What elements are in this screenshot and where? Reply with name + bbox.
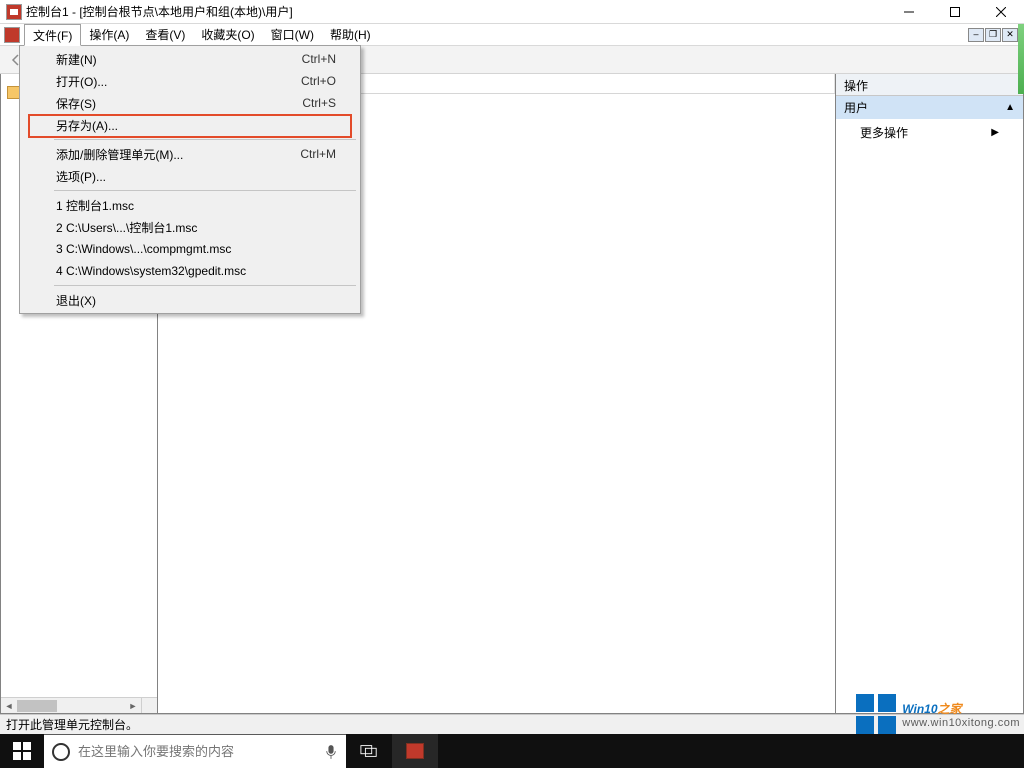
start-button[interactable] — [0, 734, 44, 768]
app-icon — [6, 4, 22, 20]
actions-section-users[interactable]: 用户 ▲ — [836, 96, 1023, 119]
menu-item-label: 新建(N) — [56, 51, 302, 68]
mic-icon[interactable] — [316, 744, 346, 760]
file-menu-exit[interactable]: 退出(X) — [22, 289, 358, 311]
chevron-right-icon: ▶ — [991, 127, 999, 138]
doc-icon — [4, 27, 20, 43]
file-menu-recent-2[interactable]: 2 C:\Users\...\控制台1.msc — [22, 216, 358, 238]
file-menu-save-as[interactable]: 另存为(A)... — [22, 114, 358, 136]
taskview-button[interactable] — [346, 734, 392, 768]
menu-action[interactable]: 操作(A) — [81, 24, 137, 45]
taskbar — [0, 734, 1024, 768]
menu-separator — [54, 285, 356, 286]
menu-item-label: 保存(S) — [56, 95, 302, 112]
actions-section-label: 用户 — [844, 99, 868, 116]
scroll-left-icon[interactable]: ◄ — [1, 698, 17, 714]
close-button[interactable] — [978, 0, 1024, 24]
cortana-icon[interactable] — [44, 743, 78, 761]
menu-favorites[interactable]: 收藏夹(O) — [193, 24, 262, 45]
menu-item-label: 2 C:\Users\...\控制台1.msc — [56, 219, 358, 236]
menu-separator — [54, 190, 356, 191]
menu-separator — [54, 139, 356, 140]
taskbar-apps — [346, 734, 438, 768]
page-scroll-indicator — [1018, 24, 1024, 94]
actions-pane: 操作 用户 ▲ 更多操作 ▶ — [836, 74, 1024, 714]
file-menu-recent-4[interactable]: 4 C:\Windows\system32\gpedit.msc — [22, 260, 358, 282]
menu-item-accel: Ctrl+S — [302, 96, 358, 110]
menu-item-label: 3 C:\Windows\...\compmgmt.msc — [56, 242, 358, 256]
menu-item-accel: Ctrl+M — [300, 147, 358, 161]
file-menu-options[interactable]: 选项(P)... — [22, 165, 358, 187]
taskbar-search-input[interactable] — [78, 744, 316, 759]
scrollbar-thumb[interactable] — [17, 700, 57, 712]
statusbar: 打开此管理单元控制台。 — [0, 714, 1024, 734]
mmc-icon — [406, 743, 424, 759]
file-menu-add-remove-snapin[interactable]: 添加/删除管理单元(M)... Ctrl+M — [22, 143, 358, 165]
mdi-controls: – ❐ ✕ — [968, 24, 1022, 45]
mdi-minimize-button[interactable]: – — [968, 28, 984, 42]
scroll-corner — [141, 697, 157, 713]
taskbar-search[interactable] — [44, 734, 346, 768]
menu-file[interactable]: 文件(F) — [24, 24, 81, 46]
minimize-button[interactable] — [886, 0, 932, 24]
maximize-button[interactable] — [932, 0, 978, 24]
scroll-right-icon[interactable]: ► — [125, 698, 141, 714]
tree-horizontal-scrollbar[interactable]: ◄ ► — [1, 697, 141, 713]
menu-item-label: 打开(O)... — [56, 73, 301, 90]
menu-item-label: 退出(X) — [56, 292, 358, 309]
window-title: 控制台1 - [控制台根节点\本地用户和组(本地)\用户] — [26, 3, 293, 20]
file-menu-save[interactable]: 保存(S) Ctrl+S — [22, 92, 358, 114]
titlebar: 控制台1 - [控制台根节点\本地用户和组(本地)\用户] — [0, 0, 1024, 24]
menu-help[interactable]: 帮助(H) — [322, 24, 379, 45]
menu-view[interactable]: 查看(V) — [137, 24, 193, 45]
mdi-close-button[interactable]: ✕ — [1002, 28, 1018, 42]
menu-window[interactable]: 窗口(W) — [263, 24, 322, 45]
file-menu-recent-3[interactable]: 3 C:\Windows\...\compmgmt.msc — [22, 238, 358, 260]
actions-header: 操作 — [836, 74, 1023, 96]
file-menu-dropdown: 新建(N) Ctrl+N 打开(O)... Ctrl+O 保存(S) Ctrl+… — [19, 45, 361, 314]
mdi-restore-button[interactable]: ❐ — [985, 28, 1001, 42]
collapse-icon: ▲ — [1005, 102, 1015, 113]
status-text: 打开此管理单元控制台。 — [6, 716, 138, 733]
menu-item-accel: Ctrl+O — [301, 74, 358, 88]
menu-item-label: 选项(P)... — [56, 168, 358, 185]
menu-item-label: 4 C:\Windows\system32\gpedit.msc — [56, 264, 358, 278]
menubar: 文件(F) 操作(A) 查看(V) 收藏夹(O) 窗口(W) 帮助(H) – ❐… — [0, 24, 1024, 46]
menu-item-accel: Ctrl+N — [302, 52, 358, 66]
actions-more[interactable]: 更多操作 ▶ — [836, 119, 1023, 146]
menu-item-label: 添加/删除管理单元(M)... — [56, 146, 300, 163]
file-menu-open[interactable]: 打开(O)... Ctrl+O — [22, 70, 358, 92]
file-menu-new[interactable]: 新建(N) Ctrl+N — [22, 48, 358, 70]
actions-more-label: 更多操作 — [860, 124, 908, 141]
file-menu-recent-1[interactable]: 1 控制台1.msc — [22, 194, 358, 216]
taskbar-app-mmc[interactable] — [392, 734, 438, 768]
menu-item-label: 另存为(A)... — [56, 117, 336, 134]
menu-item-label: 1 控制台1.msc — [56, 197, 358, 214]
